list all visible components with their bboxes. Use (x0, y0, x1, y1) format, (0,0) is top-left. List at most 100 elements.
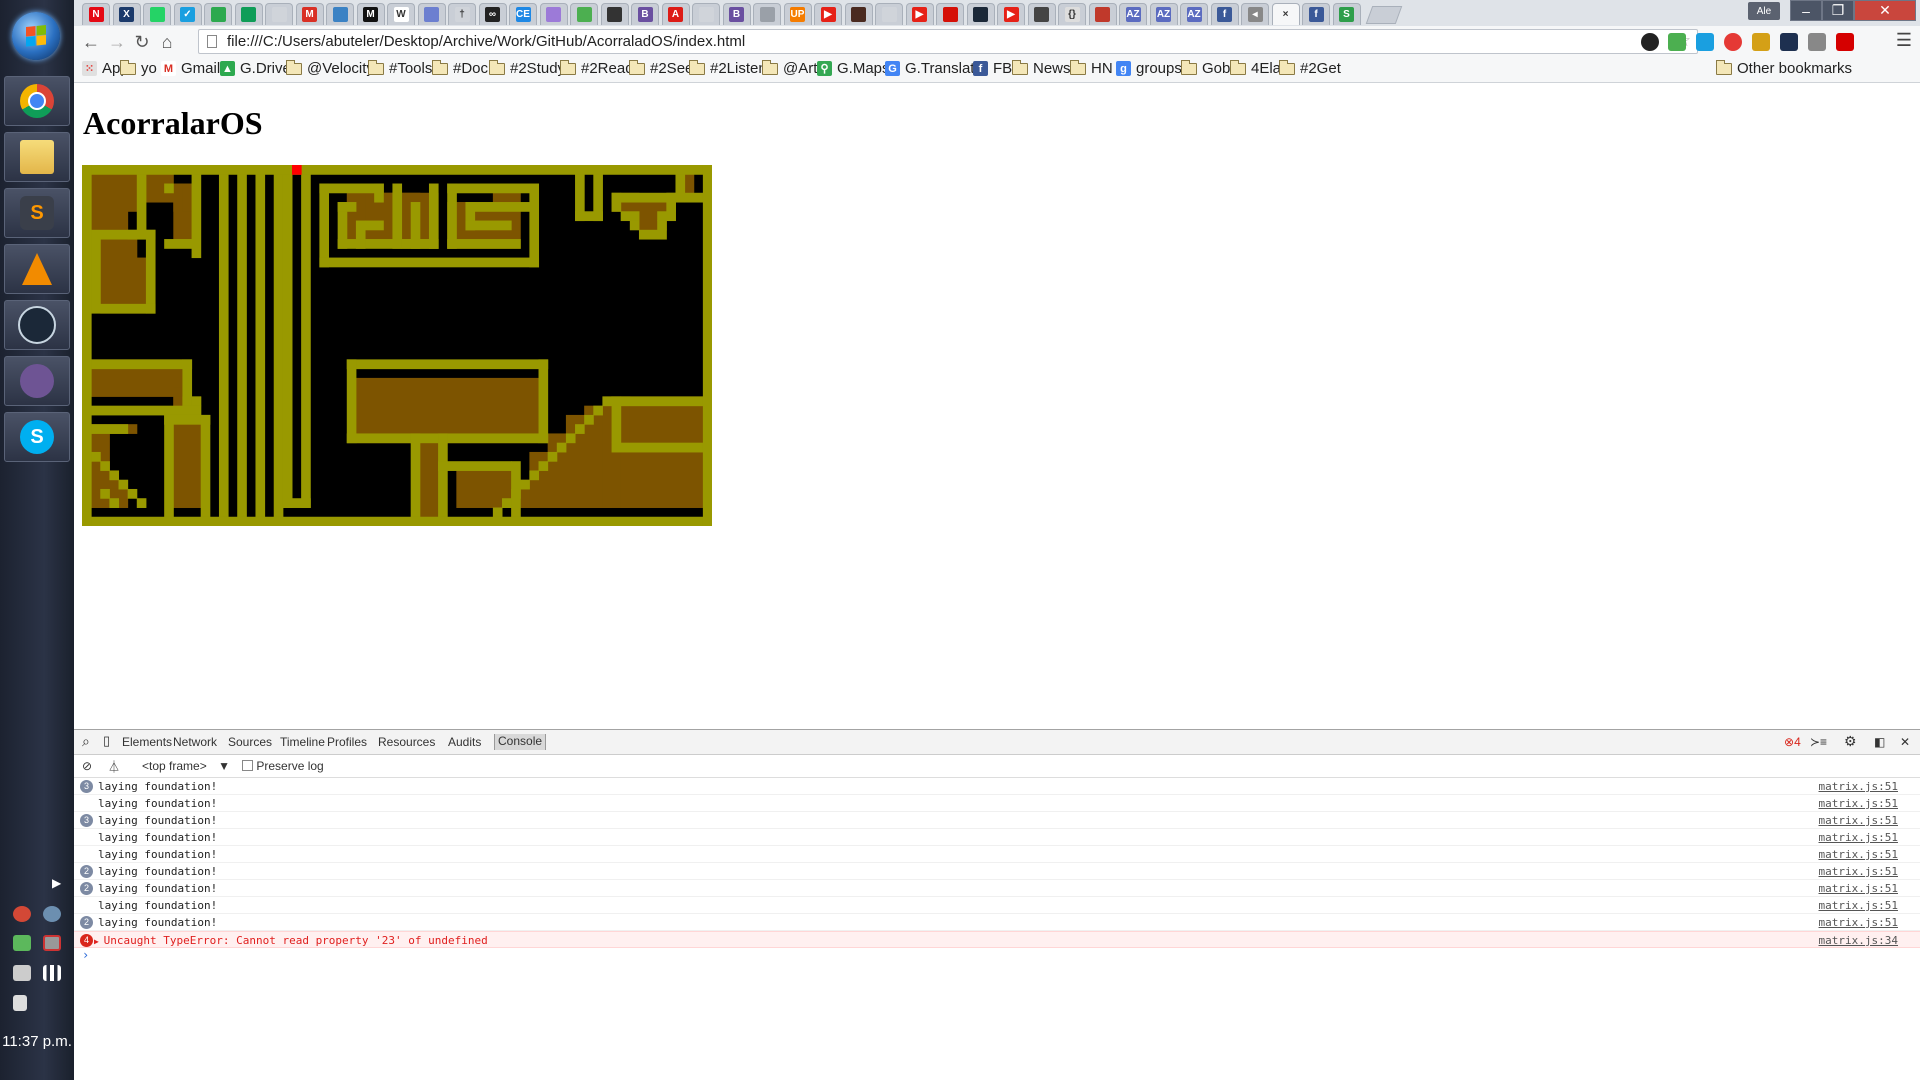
tasks-extension-icon[interactable] (1696, 33, 1714, 51)
browser-tab[interactable]: M (295, 3, 324, 25)
browser-tab[interactable] (753, 3, 781, 25)
taskbar-file-explorer[interactable] (4, 132, 70, 182)
bookmark-2listen[interactable]: #2Listen (688, 59, 767, 77)
evernote-extension-icon[interactable] (1668, 33, 1686, 51)
bookmark-4ela[interactable]: 4Ela (1229, 59, 1281, 77)
console-log-row[interactable]: laying foundation! matrix.js:51 (74, 846, 1920, 863)
bookmark-velocity[interactable]: @Velocity (285, 59, 374, 77)
browser-tab[interactable]: f (1302, 3, 1330, 25)
filter-icon[interactable]: ⏃ (108, 758, 120, 775)
preserve-log-checkbox[interactable]: Preserve log (242, 759, 324, 773)
browser-tab[interactable]: A (661, 3, 690, 25)
expand-triangle-icon[interactable]: ▶ (94, 937, 104, 946)
steam-tray-icon[interactable] (43, 906, 61, 922)
source-link[interactable]: matrix.js:51 (1819, 831, 1898, 844)
battery-icon[interactable] (13, 965, 31, 981)
bookmark-gob[interactable]: Gob (1180, 59, 1230, 77)
inspect-search-icon[interactable]: ⌕ (82, 733, 90, 750)
clock[interactable]: 11:37 p.m. (0, 1033, 74, 1050)
bookmark-2read[interactable]: #2Read (559, 59, 634, 77)
taskbar-vlc[interactable] (4, 244, 70, 294)
extension-circle-icon[interactable] (1641, 33, 1659, 51)
maximize-button[interactable]: ❐ (1822, 0, 1854, 21)
browser-tab[interactable]: M (356, 3, 385, 25)
browser-tab[interactable]: ▶ (997, 3, 1025, 25)
browser-tab[interactable] (1027, 3, 1056, 25)
console-log-row[interactable]: laying foundation! matrix.js:51 (74, 795, 1920, 812)
browser-tab[interactable] (936, 3, 964, 25)
console-log-row[interactable]: 3 laying foundation! matrix.js:51 (74, 812, 1920, 829)
tray-expand-icon[interactable]: ▶ (52, 876, 61, 890)
signal-icon[interactable] (43, 965, 61, 981)
volume-icon[interactable] (13, 995, 27, 1011)
console-log-row[interactable]: 2 laying foundation! matrix.js:51 (74, 914, 1920, 931)
browser-tab[interactable]: S (1332, 3, 1361, 25)
source-link[interactable]: matrix.js:51 (1819, 814, 1898, 827)
browser-tab[interactable] (204, 3, 232, 25)
settings-gear-icon[interactable]: ⚙ (1844, 733, 1857, 750)
browser-tab[interactable] (844, 3, 873, 25)
browser-tab[interactable]: ▶ (905, 3, 934, 25)
scratch-extension-icon[interactable] (1752, 33, 1770, 51)
console-log-row[interactable]: 3 laying foundation! matrix.js:51 (74, 778, 1920, 795)
bookmark-other-bookmarks[interactable]: Other bookmarks (1715, 59, 1852, 77)
devtools-tab-audits[interactable]: Audits (448, 735, 481, 749)
taskbar-github[interactable] (4, 356, 70, 406)
dock-side-icon[interactable]: ◧ (1874, 735, 1885, 749)
home-button[interactable]: ⌂ (156, 31, 178, 53)
browser-tab[interactable] (326, 3, 354, 25)
bookmark-g-translate[interactable]: G G.Translate (885, 60, 983, 77)
back-button[interactable]: ← (80, 31, 102, 53)
reload-button[interactable]: ↻ (131, 31, 153, 53)
browser-tab[interactable]: ✓ (173, 3, 202, 25)
close-devtools-icon[interactable]: ✕ (1900, 735, 1910, 749)
browser-tab[interactable]: N (82, 3, 110, 25)
devtools-tab-console[interactable]: Console (494, 734, 547, 750)
devtools-tab-timeline[interactable]: Timeline (280, 735, 325, 749)
devtools-tab-sources[interactable]: Sources (228, 735, 272, 749)
browser-tab[interactable] (600, 3, 629, 25)
profile-badge[interactable]: Ale (1748, 2, 1780, 20)
taskbar-chrome[interactable] (4, 76, 70, 126)
browser-tab[interactable] (966, 3, 995, 25)
source-link[interactable]: matrix.js:34 (1819, 934, 1898, 947)
source-link[interactable]: matrix.js:51 (1819, 780, 1898, 793)
minimize-button[interactable]: – (1790, 0, 1822, 21)
bookmark-2get[interactable]: #2Get (1278, 59, 1341, 77)
browser-tab[interactable] (539, 3, 568, 25)
bookmark-g-maps[interactable]: ⚲ G.Maps (817, 60, 890, 77)
clear-console-icon[interactable]: ⊘ (82, 759, 92, 773)
evernote-tray-icon[interactable] (13, 935, 31, 951)
browser-tab[interactable] (234, 3, 263, 25)
bookmark-g-drive[interactable]: ▲ G.Drive (220, 60, 291, 77)
console-log-row[interactable]: 2 laying foundation! matrix.js:51 (74, 863, 1920, 880)
browser-tab[interactable] (692, 3, 720, 25)
browser-tab[interactable] (417, 3, 446, 25)
browser-tab[interactable]: × (1271, 3, 1300, 25)
source-link[interactable]: matrix.js:51 (1819, 916, 1898, 929)
browser-tab[interactable] (875, 3, 903, 25)
frame-selector[interactable]: <top frame> ▼ (142, 759, 230, 773)
browser-tab[interactable] (570, 3, 598, 25)
s-extension-icon[interactable] (1724, 33, 1742, 51)
bookmark-2study[interactable]: #2Study (488, 59, 565, 77)
error-counter-icon[interactable]: ⊗4 (1784, 735, 1801, 749)
browser-tab[interactable]: W (387, 3, 415, 25)
network-disconnected-icon[interactable] (43, 935, 61, 951)
bookmark-groups[interactable]: g groups (1116, 60, 1182, 77)
chrome-menu-icon[interactable]: ☰ (1896, 30, 1912, 51)
devtools-tab-elements[interactable]: Elements (122, 735, 172, 749)
save-extension-icon[interactable] (1780, 33, 1798, 51)
browser-tab[interactable]: f (1210, 3, 1239, 25)
devtools-tab-network[interactable]: Network (173, 735, 217, 749)
source-link[interactable]: matrix.js:51 (1819, 899, 1898, 912)
forward-button[interactable]: → (106, 31, 128, 53)
browser-tab[interactable]: CE (509, 3, 537, 25)
browser-tab[interactable]: B (631, 3, 659, 25)
browser-tab[interactable]: AZ (1180, 3, 1208, 25)
console-drawer-icon[interactable]: ≻≡ (1810, 735, 1827, 749)
checkbox-icon[interactable] (242, 760, 253, 771)
chrome-tray-icon[interactable] (13, 906, 31, 922)
browser-tab[interactable]: AZ (1149, 3, 1178, 25)
console-error-row[interactable]: 4 ▶ Uncaught TypeError: Cannot read prope… (74, 931, 1920, 948)
